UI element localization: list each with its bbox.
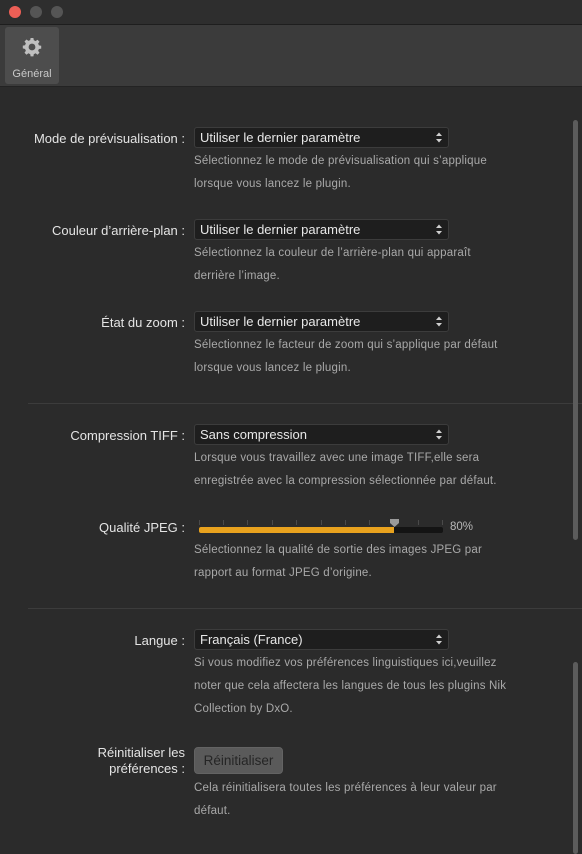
jpeg-quality-fill [199, 527, 395, 533]
language-select[interactable]: Français (France) [194, 629, 449, 650]
tiff-compression-select[interactable]: Sans compression [194, 424, 449, 445]
tab-general-label: Général [12, 68, 52, 80]
close-window-button[interactable] [9, 6, 21, 18]
tiff-compression-value: Sans compression [200, 427, 307, 442]
select-arrows-icon [436, 224, 442, 235]
language-label: Langue : [134, 633, 185, 648]
reset-button-label: Réinitialiser [203, 753, 274, 768]
jpeg-quality-thumb[interactable] [389, 519, 399, 527]
section-divider [28, 608, 582, 609]
jpeg-quality-slider[interactable] [199, 527, 443, 533]
select-arrows-icon [436, 634, 442, 645]
zoom-state-description: Sélectionnez le facteur de zoom qui s’ap… [194, 339, 498, 374]
background-color-value: Utiliser le dernier paramètre [200, 222, 361, 237]
jpeg-quality-description: Sélectionnez la qualité de sortie des im… [194, 544, 483, 579]
tab-general[interactable]: Général [5, 27, 59, 84]
preview-mode-label: Mode de prévisualisation : [33, 131, 185, 146]
zoom-state-select[interactable]: Utiliser le dernier paramètre [194, 311, 449, 332]
preview-mode-select[interactable]: Utiliser le dernier paramètre [194, 127, 449, 148]
background-color-select[interactable]: Utiliser le dernier paramètre [194, 219, 449, 240]
preferences-content: Mode de prévisualisation : Utiliser le d… [0, 87, 582, 854]
scrollbar-thumb[interactable] [573, 120, 578, 540]
zoom-window-button[interactable] [51, 6, 63, 18]
minimize-window-button[interactable] [30, 6, 42, 18]
reset-description: Cela réinitialisera toutes les préférenc… [194, 782, 497, 817]
preview-mode-description: Sélectionnez le mode de prévisualisation… [194, 155, 487, 190]
gear-icon [22, 38, 42, 57]
reset-preferences-label: Réinitialiser les préférences : [97, 745, 185, 776]
select-arrows-icon [436, 132, 442, 143]
language-description: Si vous modifiez vos préférences linguis… [194, 657, 507, 715]
preferences-window: Général Mode de prévisualisation : Utili… [0, 0, 582, 854]
jpeg-quality-label: Qualité JPEG : [99, 520, 185, 535]
reset-button[interactable]: Réinitialiser [194, 747, 283, 774]
section-divider [28, 403, 582, 404]
zoom-state-label: État du zoom : [101, 315, 185, 330]
select-arrows-icon [436, 316, 442, 327]
scrollbar-thumb-lower[interactable] [573, 662, 578, 854]
background-color-description: Sélectionnez la couleur de l’arrière-pla… [194, 247, 471, 282]
zoom-state-value: Utiliser le dernier paramètre [200, 314, 361, 329]
tiff-compression-label: Compression TIFF : [70, 428, 185, 443]
jpeg-quality-value: 80% [450, 521, 474, 533]
jpeg-quality-ticks [199, 520, 443, 525]
title-bar [0, 0, 582, 25]
preferences-toolbar: Général [0, 25, 582, 87]
tiff-compression-description: Lorsque vous travaillez avec une image T… [194, 452, 497, 487]
background-color-label: Couleur d’arrière-plan : [52, 223, 185, 238]
select-arrows-icon [436, 429, 442, 440]
preview-mode-value: Utiliser le dernier paramètre [200, 130, 361, 145]
language-value: Français (France) [200, 632, 303, 647]
